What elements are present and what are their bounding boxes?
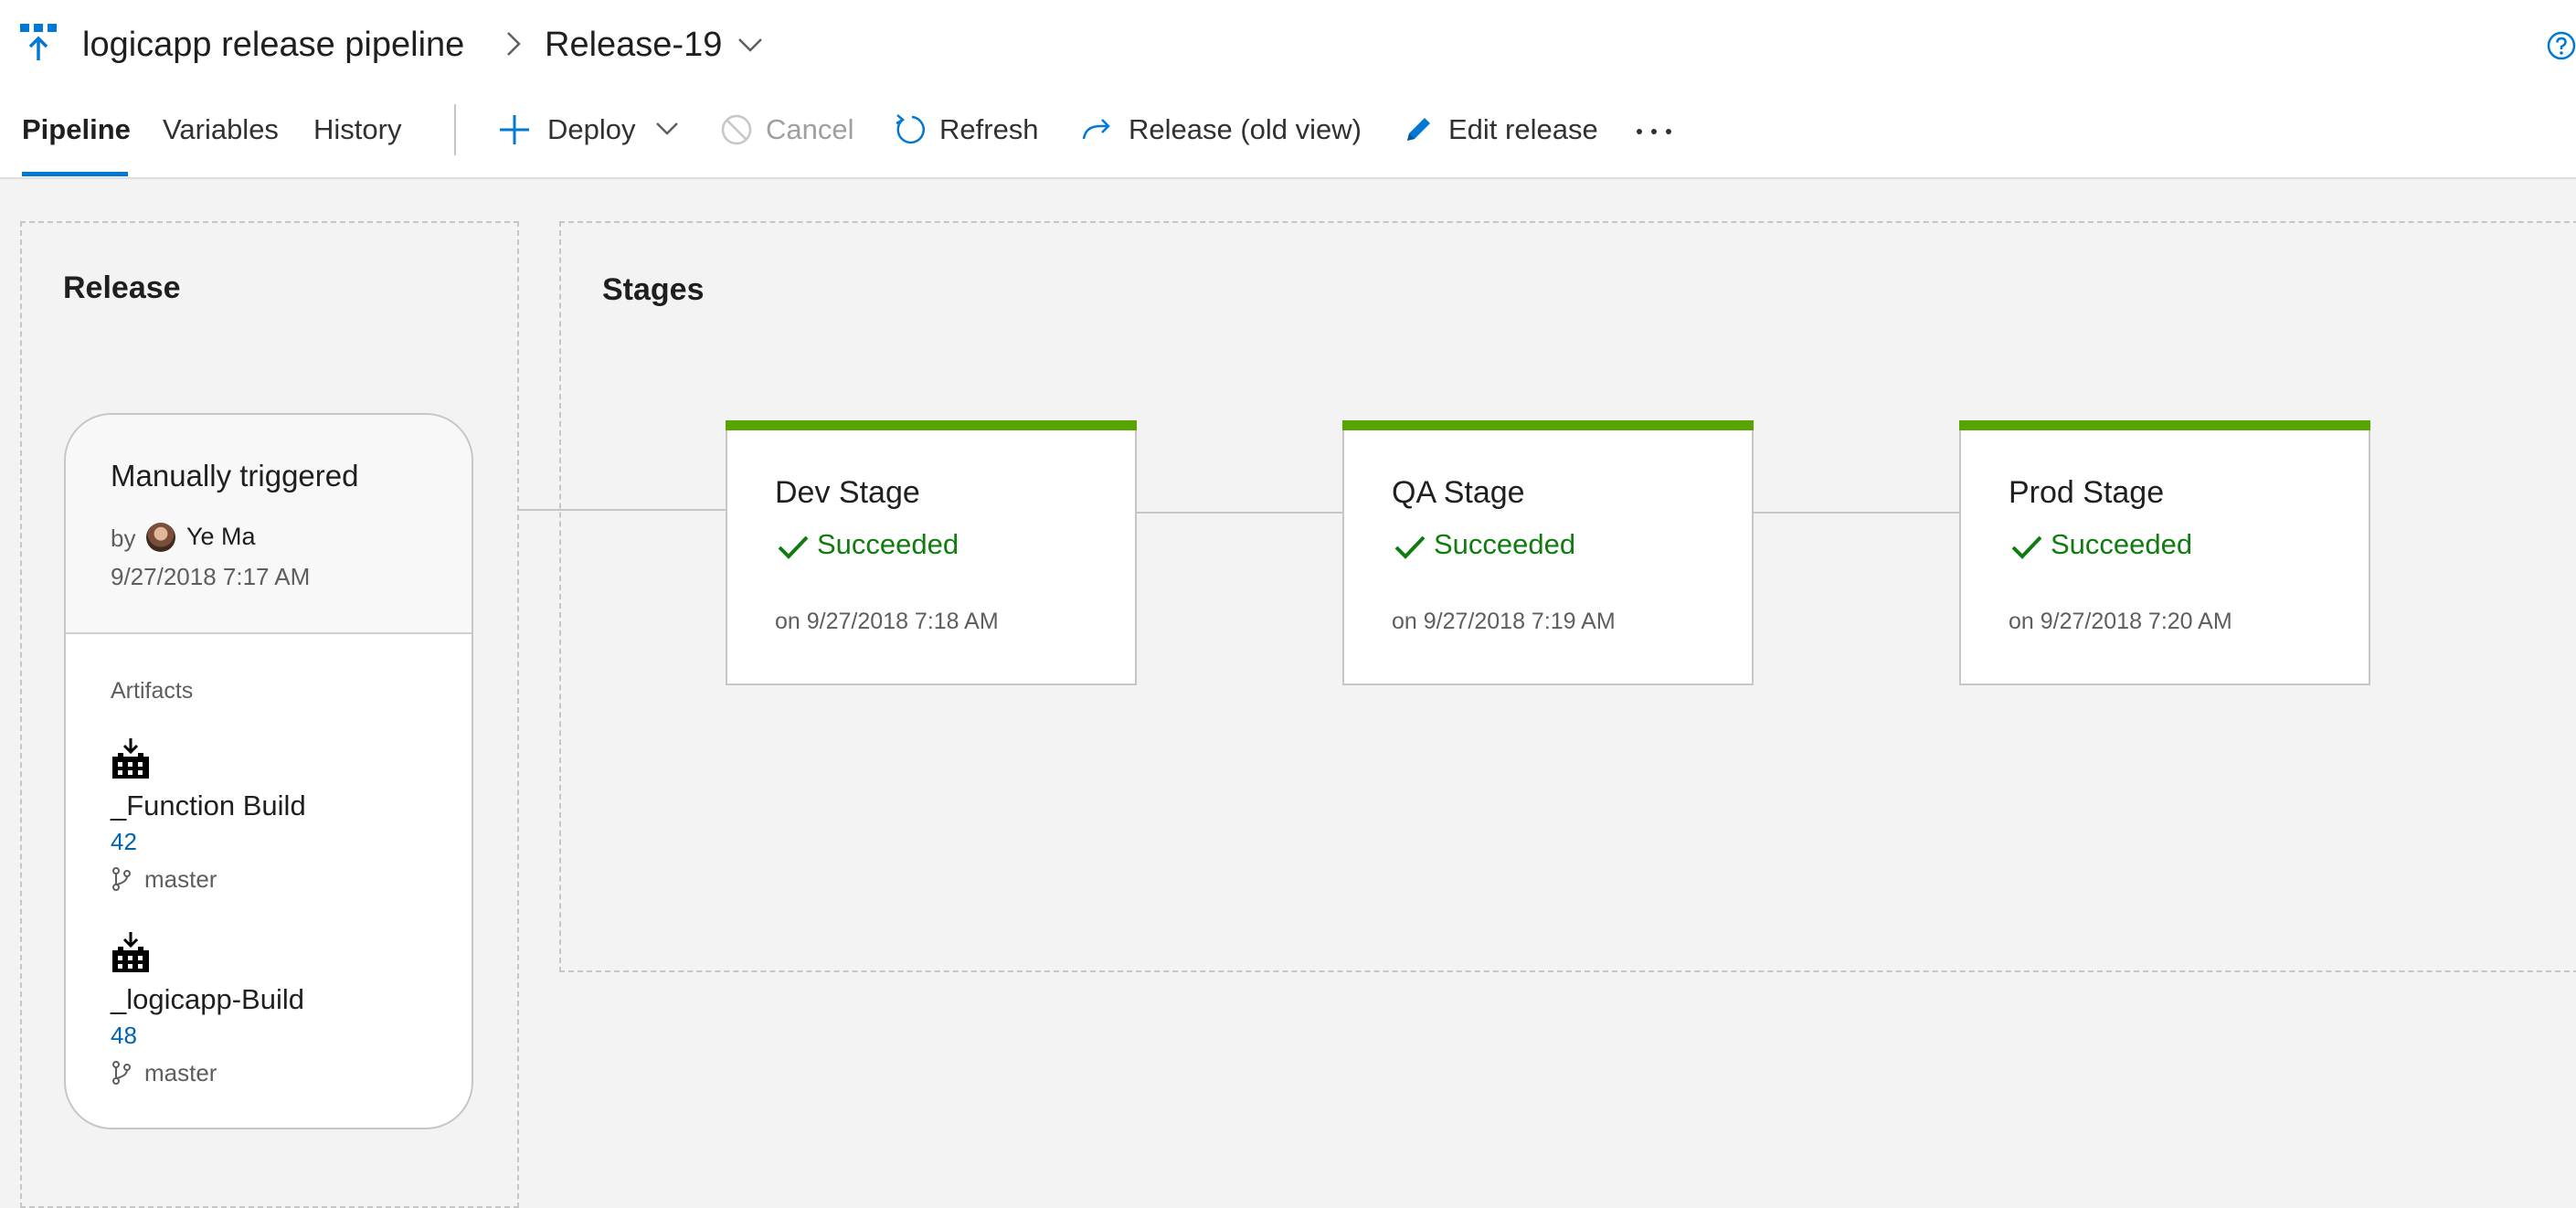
branch-icon [112,867,131,891]
stage-status-bar [1959,420,2370,430]
help-icon[interactable] [2547,31,2576,60]
stage-card-prod[interactable]: Prod Stage Succeeded on 9/27/2018 7:20 A… [1959,420,2370,685]
artifact-build-link[interactable]: 42 [111,828,137,856]
connector-line [517,509,726,511]
stage-status-bar [1342,420,1754,430]
edit-release-button[interactable]: Edit release [1448,110,1598,150]
cancel-button[interactable]: Cancel [766,110,854,150]
page-header: logicapp release pipeline Release-19 Pip… [0,0,2576,179]
trigger-text: Manually triggered [111,459,359,493]
stages-panel-title: Stages [602,272,705,307]
artifact-branch: master [144,1059,217,1086]
breadcrumb-release-name[interactable]: Release-19 [545,22,722,68]
stage-name: Prod Stage [2009,475,2165,510]
release-panel-title: Release [63,270,181,305]
chevron-down-icon[interactable] [737,35,764,55]
author-name: Ye Ma [186,523,256,550]
stage-date: on 9/27/2018 7:19 AM [1392,609,1616,634]
tab-pipeline[interactable]: Pipeline [22,110,131,150]
stage-date: on 9/27/2018 7:18 AM [775,609,999,634]
refresh-icon[interactable] [892,111,928,148]
artifact-name: _Function Build [111,789,306,821]
toolbar-divider [454,104,456,155]
checkmark-icon [778,535,809,559]
active-tab-indicator [22,172,128,176]
artifacts-label: Artifacts [111,678,194,704]
build-artifact-icon [112,932,149,972]
stage-status: Succeeded [2051,528,2193,560]
pencil-icon[interactable] [1400,111,1436,148]
release-old-view-button[interactable]: Release (old view) [1129,110,1362,150]
artifact-branch: master [144,865,217,893]
stage-status: Succeeded [817,528,959,560]
more-ellipsis-icon[interactable] [1634,126,1674,137]
deploy-button[interactable]: Deploy [547,110,636,150]
stage-name: QA Stage [1392,475,1525,510]
plus-icon[interactable] [496,111,533,148]
tab-variables[interactable]: Variables [163,110,279,150]
artifact-build-link[interactable]: 48 [111,1022,137,1050]
breadcrumb-pipeline-name[interactable]: logicapp release pipeline [82,22,464,68]
build-artifact-icon [112,738,149,779]
refresh-button[interactable]: Refresh [939,110,1039,150]
cancel-icon [721,114,752,145]
branch-icon [112,1061,131,1085]
chevron-right-icon [507,32,521,56]
connector-line [1137,512,1342,514]
by-label: by [111,525,136,552]
avatar [146,523,175,552]
stage-card-dev[interactable]: Dev Stage Succeeded on 9/27/2018 7:18 AM [726,420,1137,685]
artifact-name: _logicapp-Build [111,983,304,1015]
tab-history[interactable]: History [313,110,401,150]
checkmark-icon [1394,535,1426,559]
checkmark-icon [2011,535,2042,559]
trigger-date: 9/27/2018 7:17 AM [111,563,311,590]
release-card[interactable]: Manually triggered by Ye Ma 9/27/2018 7:… [64,413,473,1129]
redo-arrow-icon[interactable] [1078,111,1115,148]
stage-status: Succeeded [1434,528,1576,560]
stage-card-qa[interactable]: QA Stage Succeeded on 9/27/2018 7:19 AM [1342,420,1754,685]
stage-status-bar [726,420,1137,430]
chevron-down-icon[interactable] [654,119,680,139]
release-pipeline-icon [20,24,57,60]
stage-name: Dev Stage [775,475,920,510]
stage-date: on 9/27/2018 7:20 AM [2009,609,2232,634]
connector-line [1754,512,1959,514]
